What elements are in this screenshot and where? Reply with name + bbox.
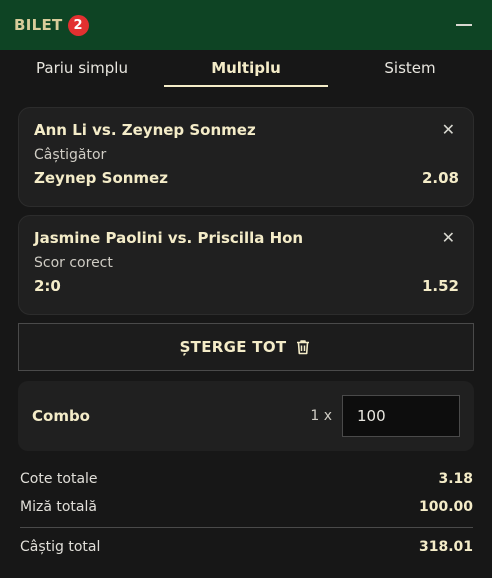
remove-selection-icon[interactable]: ✕ (442, 122, 455, 138)
selection-market: Scor corect (34, 255, 113, 271)
combo-stake-panel: Combo 1 x (18, 381, 474, 451)
tab-single[interactable]: Pariu simplu (0, 50, 164, 87)
collapse-icon[interactable] (456, 24, 472, 26)
combo-multiplier: 1 x (310, 408, 332, 424)
selections-list: Ann Li vs. Zeynep Sonmez Câștigător Zeyn… (0, 87, 492, 315)
selection-market: Câștigător (34, 147, 107, 163)
bet-summary: Cote totale 3.18 Miză totală 100.00 Câșt… (20, 465, 473, 561)
total-stake-value: 100.00 (418, 499, 473, 515)
selection-pick: 2:0 (34, 277, 61, 295)
bet-type-tabs: Pariu simplu Multiplu Sistem (0, 50, 492, 87)
clear-all-button[interactable]: ȘTERGE TOT (18, 323, 474, 371)
selection-pick: Zeynep Sonmez (34, 169, 168, 187)
betslip-header[interactable]: BILET 2 (0, 0, 492, 50)
total-stake-label: Miză totală (20, 499, 97, 515)
total-odds-value: 3.18 (438, 471, 473, 487)
summary-divider (20, 527, 473, 528)
header-title-group: BILET 2 (14, 14, 89, 36)
selection-card: Jasmine Paolini vs. Priscilla Hon Scor c… (18, 215, 474, 315)
selection-odds: 2.08 (421, 169, 459, 187)
total-win-value: 318.01 (418, 539, 473, 555)
tab-multiple[interactable]: Multiplu (164, 50, 328, 87)
selection-count-badge: 2 (67, 14, 89, 36)
total-odds-label: Cote totale (20, 471, 98, 487)
trash-icon (297, 340, 310, 355)
combo-label: Combo (32, 407, 90, 425)
tab-system[interactable]: Sistem (328, 50, 492, 87)
selection-event: Jasmine Paolini vs. Priscilla Hon (34, 229, 304, 247)
selection-event: Ann Li vs. Zeynep Sonmez (34, 121, 256, 139)
stake-input[interactable] (342, 395, 460, 437)
betslip-title: BILET (14, 16, 63, 34)
total-win-label: Câștig total (20, 539, 101, 555)
selection-odds: 1.52 (421, 277, 459, 295)
remove-selection-icon[interactable]: ✕ (442, 230, 455, 246)
clear-all-label: ȘTERGE TOT (179, 338, 287, 356)
selection-card: Ann Li vs. Zeynep Sonmez Câștigător Zeyn… (18, 107, 474, 207)
